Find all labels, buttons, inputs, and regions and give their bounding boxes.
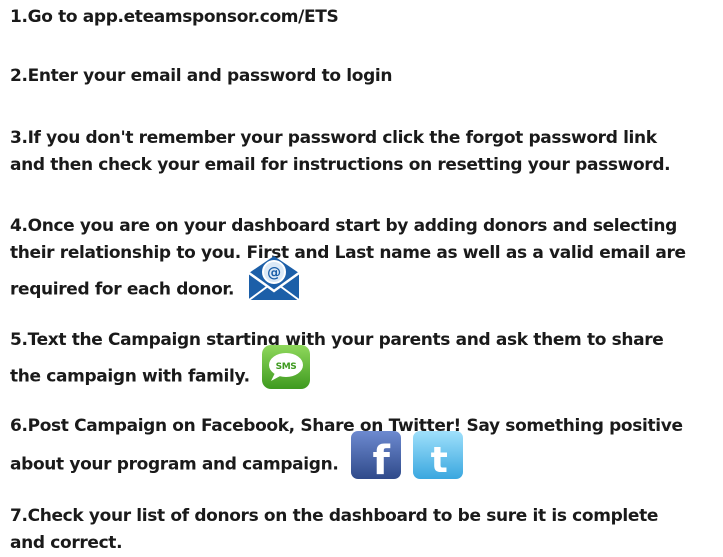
step-5-icons: SMS [261, 344, 315, 399]
step-6-line-2: about your program and campaign. f t [10, 431, 722, 489]
step-1-line-1: 1.Go to app.eteamsponsor.com/ETS [10, 7, 339, 27]
step-7-line-2: and correct. [10, 533, 123, 553]
step-2: 2.Enter your email and password to login [10, 63, 722, 90]
step-3: 3.If you don't remember your password cl… [10, 125, 722, 179]
step-7-line-1: 7.Check your list of donors on the dashb… [10, 506, 659, 526]
step-6-line-2-text: about your program and campaign. [10, 454, 339, 475]
step-6: 6.Post Campaign on Facebook, Share on Tw… [10, 413, 722, 489]
step-1: 1.Go to app.eteamsponsor.com/ETS [10, 4, 722, 31]
sms-icon: SMS [261, 344, 311, 399]
step-4-line-2: their relationship to you. First and Las… [10, 243, 686, 263]
facebook-icon: f [350, 430, 402, 489]
step-4-icons: @ [246, 253, 306, 312]
step-5-line-2-text: the campaign with family. [10, 366, 250, 387]
twitter-icon: t [412, 430, 464, 489]
step-2-line-1: 2.Enter your email and password to login [10, 66, 393, 86]
step-4: 4.Once you are on your dashboard start b… [10, 213, 722, 312]
step-6-icons: f t [350, 430, 468, 489]
svg-text:@: @ [267, 265, 281, 281]
step-5-line-2: the campaign with family. SMS [10, 345, 722, 399]
step-4-line-3-text: required for each donor. [10, 279, 235, 300]
step-5: 5.Text the Campaign starting with your p… [10, 327, 722, 399]
step-3-line-2: and then check your email for instructio… [10, 155, 671, 175]
twitter-letter: t [430, 440, 447, 480]
sms-icon-text: SMS [276, 362, 297, 372]
facebook-letter: f [373, 438, 391, 480]
step-4-line-3: required for each donor. @ [10, 256, 722, 312]
step-4-line-1: 4.Once you are on your dashboard start b… [10, 216, 677, 236]
step-7: 7.Check your list of donors on the dashb… [10, 503, 722, 557]
email-envelope-icon: @ [246, 253, 302, 312]
step-5-line-1: 5.Text the Campaign starting with your p… [10, 330, 664, 350]
step-3-line-1: 3.If you don't remember your password cl… [10, 128, 657, 148]
